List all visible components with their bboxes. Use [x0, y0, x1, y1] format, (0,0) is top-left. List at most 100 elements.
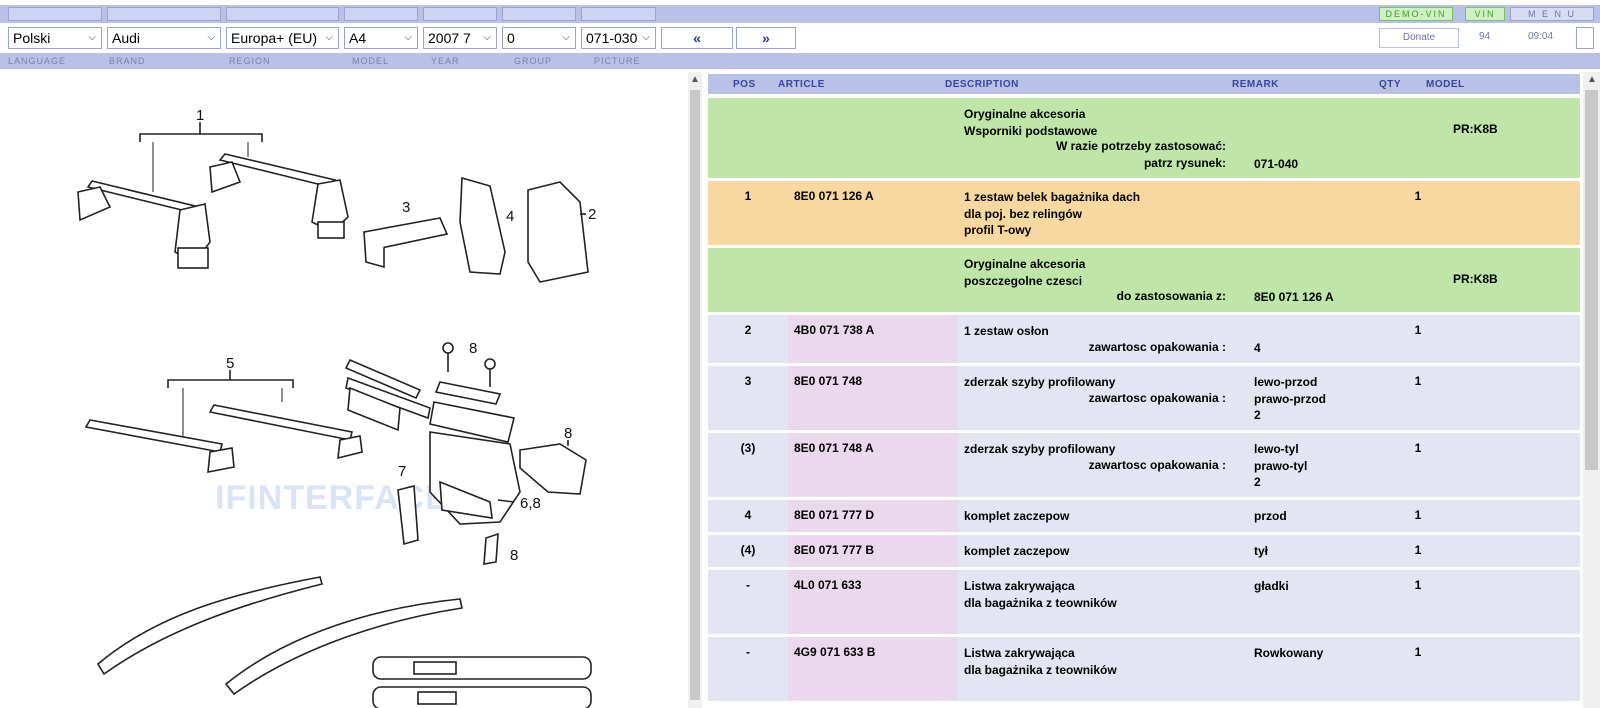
group-label: GROUP: [514, 56, 553, 66]
table-row[interactable]: 2 4B0 071 738 A1 zestaw osłon zawartosc op…: [708, 315, 1580, 363]
remark-line: [1254, 273, 1404, 290]
cell-pos: (3): [740, 441, 756, 455]
header-pos[interactable]: POS: [733, 79, 756, 90]
cell-remark: tył: [1254, 535, 1404, 567]
year-select[interactable]: 2007 7 ⌵: [423, 27, 497, 49]
cell-model: [1453, 637, 1573, 701]
note-text: do zastosowania z:: [1116, 289, 1226, 303]
callout-7: 7: [398, 463, 406, 480]
cell-remark: Rowkowany: [1254, 637, 1404, 701]
table-header: POS ARTICLE DESCRIPTION REMARK QTY MODEL: [708, 74, 1580, 94]
cell-pos: -: [746, 645, 750, 659]
cell-remark: 4: [1254, 315, 1404, 363]
note-text: W razie potrzeby zastosować:: [1055, 139, 1226, 153]
table-row[interactable]: (4) 8E0 071 777 Bkomplet zaczepow tył 1: [708, 535, 1580, 567]
cell-pos: 3: [744, 374, 752, 388]
remark-line: [1254, 106, 1404, 123]
remark-line: 2: [1254, 408, 1261, 422]
cell-model: [1453, 433, 1573, 497]
header-qty[interactable]: QTY: [1379, 79, 1401, 90]
header-model[interactable]: MODEL: [1426, 79, 1465, 90]
year-slot: [423, 7, 497, 21]
group-select[interactable]: 0 ⌵: [502, 27, 576, 49]
demo-vin-button[interactable]: DEMO-VIN: [1379, 7, 1453, 21]
model-select[interactable]: A4 ⌵: [344, 27, 418, 49]
cell-pos: 2: [744, 323, 752, 337]
callout-2: 2: [588, 206, 596, 223]
cell-pos: -: [746, 578, 750, 592]
cell-pos: 1: [744, 189, 752, 203]
group-value: 0: [507, 30, 515, 46]
remark-line: [1254, 323, 1404, 340]
remark-line: przod: [1254, 509, 1287, 523]
model-label: MODEL: [352, 56, 390, 66]
table-row[interactable]: 3 8E0 071 748 zderzak szyby profilowany zaw…: [708, 366, 1580, 430]
picture-select[interactable]: 071-030 ⌵: [581, 27, 656, 49]
table-row[interactable]: Oryginalne akcesoria poszczegolne czesci d…: [708, 248, 1580, 312]
model-value: A4: [349, 30, 367, 46]
region-value: Europa+ (EU): [231, 30, 317, 46]
options-box[interactable]: [1576, 27, 1594, 49]
cell-pos: [708, 98, 788, 178]
cell-article: [788, 98, 958, 178]
note-text: patrz rysunek:: [1143, 155, 1226, 170]
region-select[interactable]: Europa+ (EU) ⌵: [226, 27, 339, 49]
callout-1: 1: [196, 107, 204, 124]
cell-pos: 4: [744, 508, 752, 522]
scroll-up-icon[interactable]: ▲: [690, 74, 700, 85]
cell-remark: gładki: [1254, 570, 1404, 634]
next-picture-button[interactable]: »: [736, 27, 796, 49]
cell-article: 8E0 071 777 B: [788, 535, 958, 567]
counter-value: 94: [1479, 31, 1491, 42]
callout-8-right: 8: [564, 425, 572, 442]
menu-button[interactable]: M E N U: [1510, 7, 1594, 21]
brand-select[interactable]: Audi ⌵: [107, 27, 221, 49]
remark-line: lewo-tyl: [1254, 442, 1299, 456]
cell-model: [1453, 570, 1573, 634]
cell-article: 8E0 071 748 A: [788, 433, 958, 497]
chevron-down-icon: ⌵: [325, 32, 333, 43]
roof-rack-drawing: IFINTERFACE 1 3 4 2 5 8 6,8 8 7 8: [77, 107, 596, 708]
table-scroll-thumb[interactable]: [1585, 90, 1598, 470]
parts-diagram[interactable]: IFINTERFACE 1 3 4 2 5 8 6,8 8 7 8: [0, 72, 685, 708]
cell-model: [1453, 535, 1573, 567]
cell-qty: 1: [1414, 543, 1422, 557]
picture-scrollbar[interactable]: ▲: [688, 72, 702, 708]
table-row[interactable]: -4L0 071 633 Listwa zakrywająca dla bagażn…: [708, 570, 1580, 634]
prev-picture-button[interactable]: «: [661, 27, 733, 49]
brand-label: BRAND: [109, 56, 146, 66]
table-row[interactable]: 1 8E0 071 126 A1 zestaw belek bagażnika d…: [708, 181, 1580, 245]
cell-qty: [1398, 98, 1438, 178]
vin-button[interactable]: VIN: [1465, 7, 1505, 21]
cell-article: 4B0 071 738 A: [788, 315, 958, 363]
table-row[interactable]: (3) 8E0 071 748 Azderzak szyby profilowan…: [708, 433, 1580, 497]
remark-line: gładki: [1254, 579, 1289, 593]
language-slot: [8, 7, 102, 21]
remark-line: [1254, 123, 1404, 140]
table-row[interactable]: -4G9 071 633 B Listwa zakrywająca dla baga…: [708, 637, 1580, 701]
cell-pos: (4): [740, 543, 756, 557]
header-remark[interactable]: REMARK: [1232, 79, 1279, 90]
header-description[interactable]: DESCRIPTION: [945, 79, 1019, 90]
cell-model: [1453, 315, 1573, 363]
selector-labels: LANGUAGE BRAND REGION MODEL YEAR GROUP P…: [0, 53, 1600, 69]
cell-qty: 1: [1414, 645, 1422, 659]
scroll-up-icon[interactable]: ▲: [1587, 74, 1597, 85]
callout-5: 5: [226, 355, 234, 372]
remark-line: lewo-przod: [1254, 375, 1318, 389]
language-label: LANGUAGE: [8, 56, 67, 66]
donate-button[interactable]: Donate: [1379, 28, 1459, 48]
language-select[interactable]: Polski ⌵: [8, 27, 102, 49]
callout-8-bottom: 8: [510, 547, 518, 564]
table-scrollbar[interactable]: ▲: [1583, 72, 1600, 708]
table-row[interactable]: Oryginalne akcesoria Wsporniki podstawowe…: [708, 98, 1580, 178]
table-row[interactable]: 4 8E0 071 777 Dkomplet zaczepow przod 1: [708, 500, 1580, 532]
cell-pos: [708, 248, 788, 312]
picture-scroll-thumb[interactable]: [690, 90, 700, 700]
cell-model: [1453, 366, 1573, 430]
cell-remark: przod: [1254, 500, 1404, 532]
header-article[interactable]: ARTICLE: [778, 79, 825, 90]
callout-8-top: 8: [469, 340, 477, 357]
cell-article: 4G9 071 633 B: [788, 637, 958, 701]
cell-article: 8E0 071 748: [788, 366, 958, 430]
